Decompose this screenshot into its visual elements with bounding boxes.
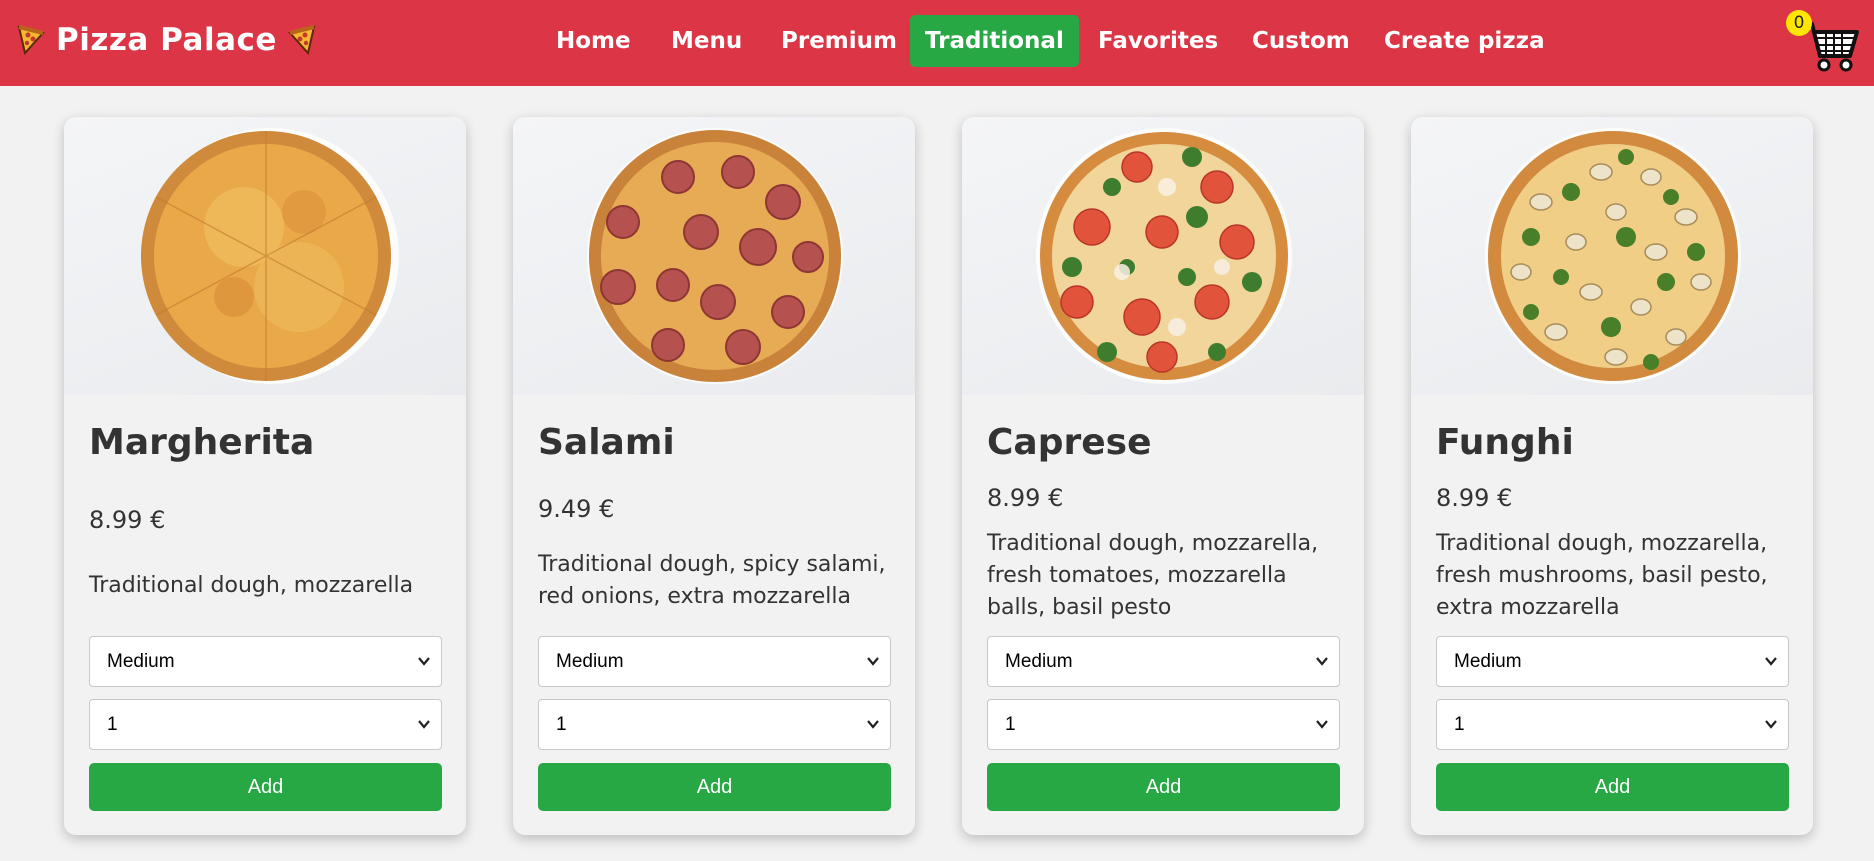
top-navbar: Pizza Palace Home Menu Premium Tradition… (0, 0, 1874, 86)
quantity-select-value: 1 (556, 714, 567, 735)
size-select[interactable]: Medium (89, 636, 442, 687)
chevron-down-icon (417, 637, 431, 686)
pizza-image (64, 117, 466, 395)
chevron-down-icon (1315, 637, 1329, 686)
product-description: Traditional dough, mozzarella, fresh mus… (1436, 531, 1768, 620)
product-description: Traditional dough, mozzarella, fresh tom… (987, 531, 1319, 620)
product-price: 8.99 € (89, 506, 166, 534)
quantity-select[interactable]: 1 (987, 699, 1340, 750)
product-price: 8.99 € (1436, 484, 1513, 512)
quantity-select[interactable]: 1 (89, 699, 442, 750)
chevron-down-icon (1315, 700, 1329, 749)
size-select[interactable]: Medium (987, 636, 1340, 687)
quantity-select-value: 1 (1454, 714, 1465, 735)
chevron-down-icon (1764, 700, 1778, 749)
add-to-cart-button[interactable]: Add (1436, 763, 1789, 811)
quantity-select[interactable]: 1 (538, 699, 891, 750)
size-select[interactable]: Medium (1436, 636, 1789, 687)
size-select[interactable]: Medium (538, 636, 891, 687)
size-select-value: Medium (1454, 651, 1522, 672)
quantity-select-value: 1 (107, 714, 118, 735)
product-price: 9.49 € (538, 495, 615, 523)
product-price: 8.99 € (987, 484, 1064, 512)
nav-custom[interactable]: Custom (1237, 15, 1365, 67)
chevron-down-icon (417, 700, 431, 749)
add-to-cart-button[interactable]: Add (987, 763, 1340, 811)
cart-button[interactable]: 0 (1786, 10, 1866, 76)
product-card-salami: Salami 9.49 € Traditional dough, spicy s… (513, 117, 915, 835)
product-card-funghi: Funghi 8.99 € Traditional dough, mozzare… (1411, 117, 1813, 835)
pizza-image (1411, 117, 1813, 395)
add-to-cart-button[interactable]: Add (538, 763, 891, 811)
product-name: Caprese (987, 422, 1152, 463)
chevron-down-icon (1764, 637, 1778, 686)
nav-menu-link[interactable]: Menu (656, 15, 757, 67)
pizza-image (513, 117, 915, 395)
nav-premium[interactable]: Premium (766, 15, 912, 67)
cart-count-badge: 0 (1786, 10, 1812, 36)
product-name: Margherita (89, 422, 315, 463)
nav-traditional[interactable]: Traditional (910, 15, 1079, 67)
nav-home[interactable]: Home (541, 15, 646, 67)
add-to-cart-button[interactable]: Add (89, 763, 442, 811)
pizza-image (962, 117, 1364, 395)
product-name: Funghi (1436, 422, 1574, 463)
quantity-select-value: 1 (1005, 714, 1016, 735)
product-card-margherita: Margherita 8.99 € Traditional dough, moz… (64, 117, 466, 835)
product-description: Traditional dough, mozzarella (89, 573, 414, 598)
nav-favorites[interactable]: Favorites (1083, 15, 1233, 67)
nav-create-pizza[interactable]: Create pizza (1369, 15, 1560, 67)
product-description: Traditional dough, spicy salami, red oni… (538, 552, 886, 609)
chevron-down-icon (866, 700, 880, 749)
size-select-value: Medium (1005, 651, 1073, 672)
product-name: Salami (538, 422, 675, 463)
size-select-value: Medium (556, 651, 624, 672)
nav-menu: Home Menu Premium Traditional Favorites … (0, 15, 1874, 67)
chevron-down-icon (866, 637, 880, 686)
quantity-select[interactable]: 1 (1436, 699, 1789, 750)
product-card-caprese: Caprese 8.99 € Traditional dough, mozzar… (962, 117, 1364, 835)
size-select-value: Medium (107, 651, 175, 672)
